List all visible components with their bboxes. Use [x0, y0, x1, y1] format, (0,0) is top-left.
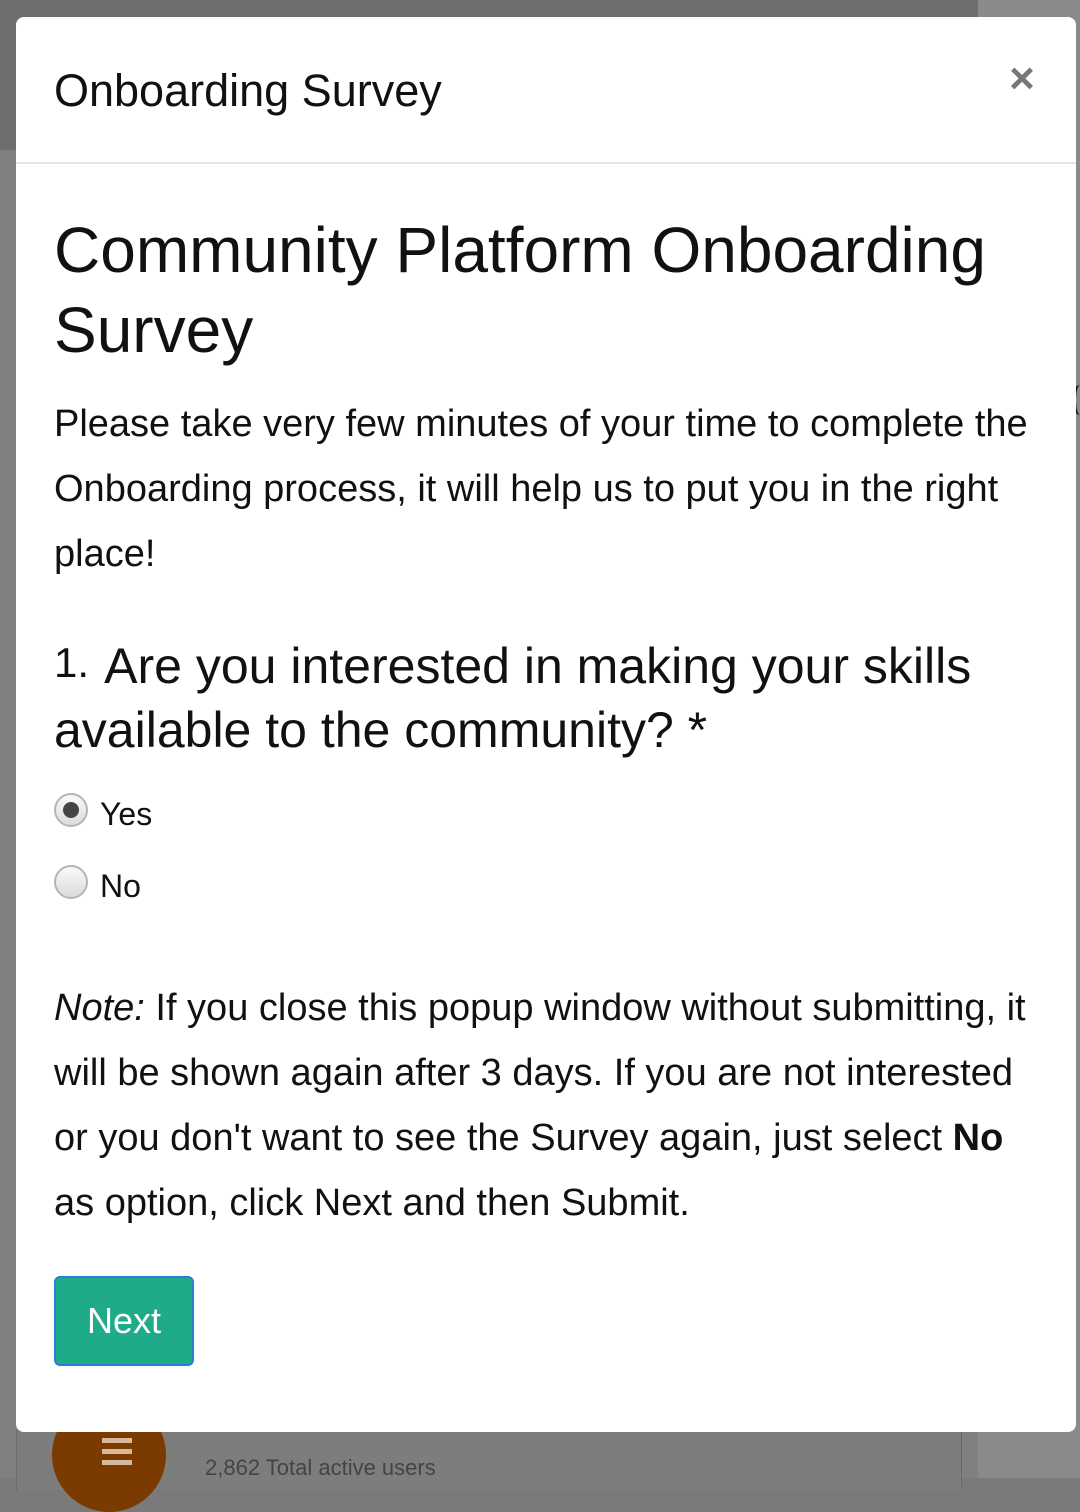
radio-yes[interactable] — [54, 793, 88, 827]
option-no[interactable]: No — [54, 856, 1038, 916]
survey-intro: Please take very few minutes of your tim… — [54, 403, 1028, 575]
option-no-label: No — [100, 867, 141, 904]
modal-header: Onboarding Survey × — [16, 17, 1076, 164]
note-text-before: If you close this popup window without s… — [54, 987, 1026, 1159]
onboarding-modal: Onboarding Survey × Community Platform O… — [16, 17, 1076, 1432]
question-number: 1. — [54, 639, 90, 686]
list-icon — [90, 1438, 132, 1468]
modal-body: Community Platform Onboarding Survey Ple… — [16, 210, 1076, 1366]
background-stat-text: 2,862 Total active users — [205, 1455, 436, 1480]
question-1: 1. Are you interested in making your ski… — [54, 631, 1038, 762]
question-text: Are you interested in making your skills… — [54, 638, 972, 758]
radio-no[interactable] — [54, 865, 88, 899]
option-yes-label: Yes — [100, 795, 153, 832]
question-1-options: Yes No — [54, 784, 1038, 916]
note-label: Note: — [54, 987, 145, 1029]
option-yes[interactable]: Yes — [54, 784, 1038, 844]
close-button[interactable]: × — [1002, 57, 1042, 101]
modal-title: Onboarding Survey — [54, 65, 442, 116]
survey-note: Note: If you close this popup window wit… — [54, 976, 1038, 1236]
note-bold-no: No — [952, 1117, 1004, 1159]
survey-title: Community Platform Onboarding Survey — [54, 214, 986, 366]
next-button[interactable]: Next — [54, 1276, 194, 1366]
note-text-after: as option, click Next and then Submit. — [54, 1182, 690, 1224]
